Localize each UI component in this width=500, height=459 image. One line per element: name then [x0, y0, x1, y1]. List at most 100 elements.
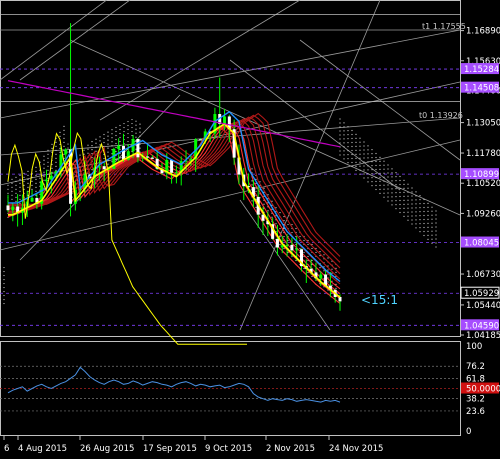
cloud-dot [355, 141, 357, 143]
cloud-dot [375, 180, 377, 183]
cloud-dot [395, 180, 397, 182]
price-tag-label: 1.05929 [464, 289, 499, 299]
cloud-dot [355, 161, 357, 163]
osc-tick-label: 50.0000 [466, 385, 500, 395]
cloud-dot [435, 238, 437, 240]
cloud-dot [363, 173, 365, 175]
y-tick-label: 1.13050 [466, 119, 500, 129]
cloud-dot [431, 238, 433, 240]
cloud-dot [23, 180, 25, 182]
cloud-dot [19, 186, 21, 188]
cloud-dot [411, 203, 413, 205]
cloud-dot [367, 169, 369, 171]
cloud-dot [95, 138, 97, 140]
cloud-dot [407, 203, 409, 205]
cloud-dot [279, 211, 281, 214]
cloud-dot [391, 176, 393, 178]
cloud-dot [43, 167, 45, 169]
cloud-dot [39, 177, 41, 179]
cloud-dot [383, 188, 385, 190]
cloud-dot [131, 126, 133, 129]
cloud-dot [103, 137, 105, 140]
cloud-dot [399, 187, 401, 190]
cloud-dot [359, 161, 361, 163]
cloud-dot [415, 207, 417, 209]
cloud-dot [427, 238, 429, 240]
cloud-dot [367, 161, 369, 163]
cloud-dot [11, 178, 13, 180]
osc-tick-label: 100 [466, 342, 482, 352]
cloud-dot [363, 149, 365, 151]
candle-body [338, 296, 342, 302]
cloud-dot [387, 176, 389, 178]
cloud-dot [15, 176, 17, 178]
candle-body [64, 149, 68, 155]
cloud-dot [407, 199, 409, 201]
cloud-dot [119, 124, 121, 127]
cloud-dot [7, 192, 9, 194]
cloud-dot [371, 161, 373, 163]
cloud-dot [123, 126, 125, 129]
cloud-dot [403, 191, 405, 193]
cloud-dot [399, 183, 401, 186]
cloud-dot [355, 157, 357, 159]
cloud-dot [91, 149, 93, 151]
cloud-dot [3, 298, 5, 301]
cloud-dot [347, 154, 349, 156]
cloud-dot [131, 134, 133, 137]
cloud-dot [387, 164, 389, 166]
cloud-dot [315, 251, 317, 254]
cloud-dot [359, 149, 361, 151]
cloud-dot [355, 133, 357, 135]
cloud-dot [91, 153, 93, 155]
osc-tick-label: 38.2 [466, 395, 485, 405]
cloud-dot [375, 160, 377, 163]
cloud-dot [107, 163, 109, 165]
cloud-dot [135, 120, 137, 122]
line-label-t1: t1 1.17555 [422, 22, 466, 31]
cloud-dot [59, 151, 61, 153]
cloud-dot [275, 223, 277, 225]
cloud-dot [411, 195, 413, 197]
candle-body [174, 172, 178, 174]
cloud-dot [383, 184, 385, 186]
candle-body [30, 197, 34, 202]
cloud-dot [415, 227, 417, 229]
cloud-dot [371, 153, 373, 155]
cloud-dot [299, 247, 301, 250]
cloud-dot [371, 169, 373, 171]
cloud-dot [415, 195, 417, 197]
cloud-dot [3, 290, 5, 293]
cloud-dot [139, 151, 141, 153]
cloud-dot [95, 150, 97, 152]
cloud-dot [407, 191, 409, 193]
cloud-dot [347, 134, 349, 136]
cloud-dot [55, 153, 57, 155]
candle-body [121, 145, 125, 160]
cloud-dot [43, 163, 45, 165]
cloud-dot [287, 239, 289, 242]
cloud-dot [435, 246, 437, 248]
cloud-dot [419, 215, 421, 217]
cloud-dot [391, 172, 393, 174]
cloud-dot [87, 152, 89, 154]
cloud-dot [35, 190, 37, 192]
cloud-dot [283, 235, 285, 238]
cloud-dot [367, 173, 369, 175]
cloud-dot [339, 154, 341, 156]
cloud-dot [435, 222, 437, 224]
cloud-dot [343, 150, 345, 152]
cloud-dot [79, 154, 81, 156]
cloud-dot [43, 159, 45, 161]
cloud-dot [415, 215, 417, 217]
cloud-dot [55, 157, 57, 159]
cloud-dot [127, 136, 129, 139]
cloud-dot [111, 137, 113, 139]
cloud-dot [319, 267, 321, 269]
cloud-dot [343, 142, 345, 144]
cloud-dot [279, 243, 281, 246]
cloud-dot [343, 126, 345, 128]
cloud-dot [139, 147, 141, 149]
cloud-dot [343, 130, 345, 132]
cloud-dot [115, 158, 117, 161]
